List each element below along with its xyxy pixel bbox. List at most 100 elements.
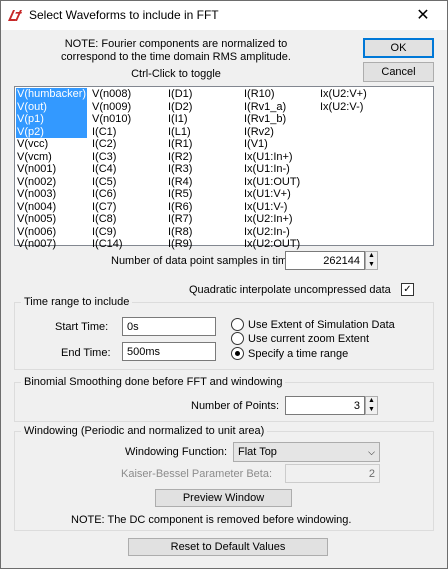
radio-use-extent-label[interactable]: Use Extent of Simulation Data bbox=[248, 319, 395, 331]
list-item[interactable]: I(D1) bbox=[167, 88, 193, 101]
list-item[interactable]: V(out) bbox=[16, 100, 88, 113]
beta-label: Kaiser-Bessel Parameter Beta: bbox=[121, 468, 273, 480]
time-range-title: Time range to include bbox=[21, 296, 133, 308]
list-item[interactable]: V(n007) bbox=[16, 238, 87, 251]
list-item[interactable]: I(C8) bbox=[91, 213, 132, 226]
list-item[interactable]: I(R1) bbox=[167, 138, 193, 151]
list-item[interactable]: Ix(U1:OUT) bbox=[243, 176, 301, 189]
list-item[interactable]: V(p1) bbox=[16, 113, 88, 126]
list-item[interactable]: V(n006) bbox=[16, 226, 87, 239]
list-item[interactable]: I(Rv2) bbox=[243, 126, 301, 139]
radio-use-extent[interactable] bbox=[231, 318, 244, 331]
samples-input[interactable]: 262144 bbox=[285, 251, 365, 270]
spin-up-icon[interactable]: ▲ bbox=[366, 397, 377, 406]
list-item[interactable]: V(n005) bbox=[16, 213, 87, 226]
list-item[interactable]: I(C6) bbox=[91, 188, 132, 201]
list-item[interactable]: V(humbacker) bbox=[16, 88, 88, 101]
preview-window-button[interactable]: Preview Window bbox=[155, 489, 292, 507]
list-item[interactable]: I(Rv1_a) bbox=[243, 101, 301, 114]
list-item[interactable]: V(n009) bbox=[91, 101, 132, 114]
list-item[interactable]: V(vcc) bbox=[16, 138, 87, 151]
window-function-label: Windowing Function: bbox=[125, 446, 228, 458]
close-icon[interactable]: ✕ bbox=[405, 4, 441, 28]
window-title: Select Waveforms to include in FFT bbox=[29, 8, 219, 22]
cancel-button[interactable]: Cancel bbox=[363, 62, 434, 82]
list-item[interactable]: I(R10) bbox=[243, 88, 301, 101]
waveform-list[interactable]: V(humbacker) V(out) V(p1) V(p2) V(vcc) V(vcm)… bbox=[14, 86, 434, 250]
list-item[interactable]: I(R8) bbox=[167, 226, 193, 239]
list-item[interactable]: Ix(U2:In+) bbox=[243, 213, 301, 226]
list-item[interactable]: V(n002) bbox=[16, 176, 87, 189]
list-item[interactable]: I(R7) bbox=[167, 213, 193, 226]
radio-specify-range-label[interactable]: Specify a time range bbox=[248, 348, 348, 360]
list-item[interactable]: I(R5) bbox=[167, 188, 193, 201]
window-function-value: Flat Top bbox=[238, 446, 277, 458]
radio-specify-range[interactable] bbox=[231, 347, 244, 360]
window-function-select[interactable]: Flat Top ⌵ bbox=[233, 442, 380, 462]
time-range-group bbox=[14, 302, 434, 370]
list-item[interactable]: V(vcm) bbox=[16, 151, 87, 164]
radio-use-zoom-label[interactable]: Use current zoom Extent bbox=[248, 333, 369, 345]
list-item[interactable]: V(n010) bbox=[91, 113, 132, 126]
quadratic-label: Quadratic interpolate uncompressed data bbox=[189, 284, 391, 296]
list-item[interactable]: I(V1) bbox=[243, 138, 301, 151]
list-item[interactable]: I(C5) bbox=[91, 176, 132, 189]
dc-note: NOTE: The DC component is removed before… bbox=[71, 514, 352, 526]
points-input[interactable]: 3 bbox=[285, 396, 365, 415]
start-time-input[interactable]: 0s bbox=[122, 317, 216, 336]
end-time-label: End Time: bbox=[61, 347, 111, 359]
list-item[interactable]: Ix(U1:V+) bbox=[243, 188, 301, 201]
end-time-input[interactable]: 500ms bbox=[122, 342, 216, 361]
list-item[interactable]: I(R2) bbox=[167, 151, 193, 164]
quadratic-checkbox[interactable]: ✓ bbox=[401, 283, 414, 296]
list-item[interactable]: Ix(U2:V+) bbox=[319, 88, 368, 101]
points-label: Number of Points: bbox=[191, 400, 280, 412]
list-item[interactable]: I(L1) bbox=[167, 126, 193, 139]
ok-button[interactable]: OK bbox=[363, 38, 434, 58]
list-item[interactable]: I(C14) bbox=[91, 238, 132, 251]
spin-down-icon[interactable]: ▼ bbox=[366, 261, 377, 270]
list-item[interactable]: I(R9) bbox=[167, 238, 193, 251]
radio-use-zoom[interactable] bbox=[231, 332, 244, 345]
beta-input: 2 bbox=[285, 464, 380, 483]
samples-spinner[interactable]: ▲ ▼ bbox=[365, 251, 378, 270]
list-item[interactable]: Ix(U2:In-) bbox=[243, 226, 301, 239]
waveform-column-1: V(humbacker) V(out) V(p1) V(p2) V(vcc) V(vcm)… bbox=[16, 88, 88, 251]
spin-down-icon[interactable]: ▼ bbox=[366, 406, 377, 415]
list-item[interactable]: V(n004) bbox=[16, 201, 87, 214]
list-item[interactable]: I(R6) bbox=[167, 201, 193, 214]
list-item[interactable]: I(R4) bbox=[167, 176, 193, 189]
list-item[interactable]: Ix(U1:V-) bbox=[243, 201, 301, 214]
list-item[interactable]: I(C9) bbox=[91, 226, 132, 239]
ltspice-logo-icon bbox=[8, 10, 22, 21]
list-item[interactable]: V(n001) bbox=[16, 163, 87, 176]
list-item[interactable]: I(C4) bbox=[91, 163, 132, 176]
list-item[interactable]: Ix(U1:In+) bbox=[243, 151, 301, 164]
list-item[interactable]: V(n008) bbox=[91, 88, 132, 101]
list-item[interactable]: Ix(U2:OUT) bbox=[243, 238, 301, 251]
list-item[interactable]: Ix(U2:V-) bbox=[319, 101, 368, 114]
list-item[interactable]: I(C3) bbox=[91, 151, 132, 164]
list-item[interactable]: I(D2) bbox=[167, 101, 193, 114]
waveform-column-4: I(R10) I(Rv1_a) I(Rv1_b) I(Rv2) I(V1) Ix(U1:I… bbox=[243, 88, 301, 251]
points-spinner[interactable]: ▲ ▼ bbox=[365, 396, 378, 415]
list-item[interactable]: I(R3) bbox=[167, 163, 193, 176]
smoothing-title: Binomial Smoothing done before FFT and w… bbox=[21, 376, 286, 388]
checkmark-icon: ✓ bbox=[403, 284, 412, 295]
list-item[interactable]: I(Rv1_b) bbox=[243, 113, 301, 126]
start-time-label: Start Time: bbox=[55, 321, 109, 333]
ctrl-click-hint: Ctrl-Click to toggle bbox=[131, 68, 221, 80]
list-item[interactable]: Ix(U1:In-) bbox=[243, 163, 301, 176]
normalization-note: NOTE: Fourier components are normalized … bbox=[61, 38, 291, 63]
list-item[interactable]: V(n003) bbox=[16, 188, 87, 201]
chevron-down-icon: ⌵ bbox=[368, 447, 375, 457]
title-bar: Select Waveforms to include in FFT ✕ bbox=[1, 1, 447, 30]
list-item[interactable]: I(C7) bbox=[91, 201, 132, 214]
list-item[interactable]: I(C1) bbox=[91, 126, 132, 139]
reset-defaults-button[interactable]: Reset to Default Values bbox=[128, 538, 328, 556]
waveform-column-3: I(D1) I(D2) I(I1) I(L1) I(R1) I(R2) I(R3) I(R4)… bbox=[167, 88, 193, 251]
list-item[interactable]: I(I1) bbox=[167, 113, 193, 126]
list-item[interactable]: I(C2) bbox=[91, 138, 132, 151]
list-item[interactable]: V(p2) bbox=[16, 125, 88, 138]
spin-up-icon[interactable]: ▲ bbox=[366, 252, 377, 261]
